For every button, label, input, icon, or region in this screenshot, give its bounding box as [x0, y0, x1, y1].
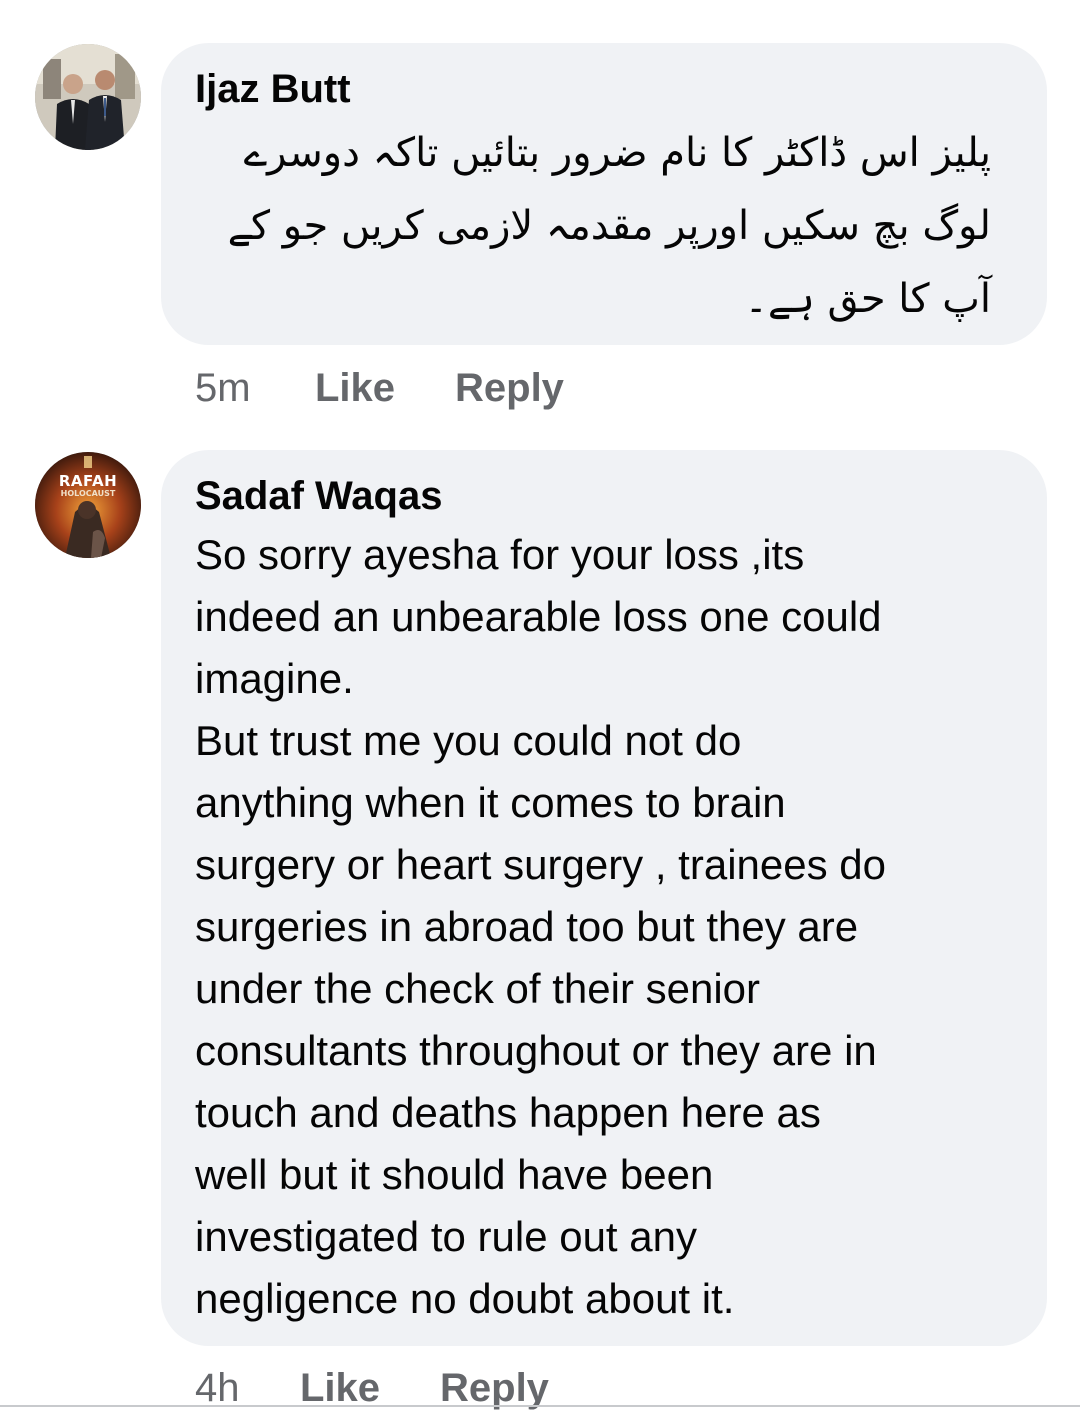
comment-bubble: Ijaz Butt پلیز اس ڈاکٹر کا نام ضرور بتائ… — [161, 43, 1047, 345]
comment-timestamp[interactable]: 5m — [195, 366, 315, 411]
comment-text: پلیز اس ڈاکٹر کا نام ضرور بتائیں تاکہ دو… — [227, 130, 991, 322]
previous-comment-cutoff: · · — [0, 0, 1080, 14]
comment-author[interactable]: Sadaf Waqas — [195, 472, 1013, 520]
comment-actions: 5m Like Reply — [195, 366, 564, 411]
profile-photo-two-men-suits-icon — [35, 44, 141, 150]
comment-text: So sorry ayesha for your loss ,its indee… — [195, 531, 886, 1322]
previous-reply-link-cutoff: · · — [470, 0, 514, 15]
avatar-caption-line-1: RAFAH — [58, 472, 118, 490]
profile-photo-rafah-holocaust-icon — [35, 452, 141, 558]
avatar[interactable]: RAFAH HOLOCAUST — [35, 452, 141, 558]
comment-bubble: Sadaf Waqas So sorry ayesha for your los… — [161, 450, 1047, 1346]
like-button[interactable]: Like — [315, 366, 455, 411]
comment-author[interactable]: Ijaz Butt — [195, 65, 1013, 113]
avatar[interactable] — [35, 44, 141, 150]
bottom-divider — [0, 1405, 1080, 1407]
avatar-caption-line-2: HOLOCAUST — [60, 489, 116, 498]
reply-button[interactable]: Reply — [455, 366, 564, 411]
avatar-caption: RAFAH HOLOCAUST — [35, 474, 141, 498]
